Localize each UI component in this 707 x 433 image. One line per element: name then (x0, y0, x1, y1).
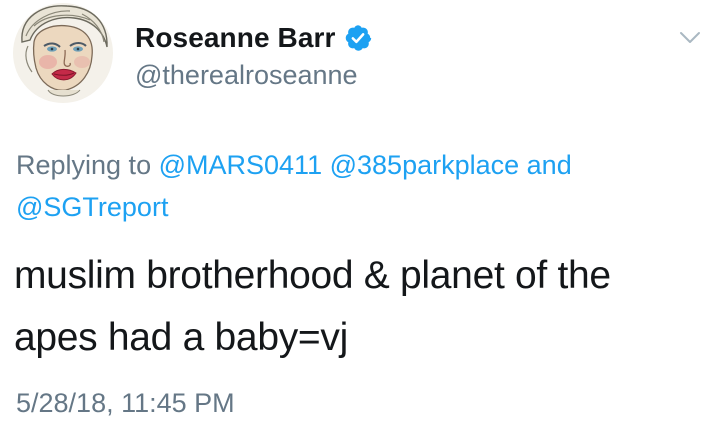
name-row: Roseanne Barr (135, 20, 372, 56)
tweet-card: Roseanne Barr @therealroseanne Replying … (0, 0, 707, 433)
chevron-down-icon[interactable] (678, 30, 702, 46)
verified-badge-icon (345, 25, 371, 51)
mention-conjunction[interactable]: and (527, 150, 572, 180)
display-name[interactable]: Roseanne Barr (135, 22, 336, 54)
mention-link[interactable]: @SGTreport (16, 192, 168, 222)
tweet-text: muslim brotherhood & planet of the apes … (14, 254, 611, 359)
tweet-header: Roseanne Barr @therealroseanne (135, 20, 372, 91)
avatar[interactable] (12, 2, 114, 104)
mention-link[interactable]: @385parkplace (330, 150, 520, 180)
user-handle[interactable]: @therealroseanne (135, 60, 372, 91)
replying-to-label: Replying to (16, 150, 152, 180)
mention-link[interactable]: @MARS0411 (159, 150, 322, 180)
tweet-timestamp[interactable]: 5/28/18, 11:45 PM (16, 388, 235, 419)
replying-to: Replying to @MARS0411 @385parkplace and … (16, 144, 696, 228)
